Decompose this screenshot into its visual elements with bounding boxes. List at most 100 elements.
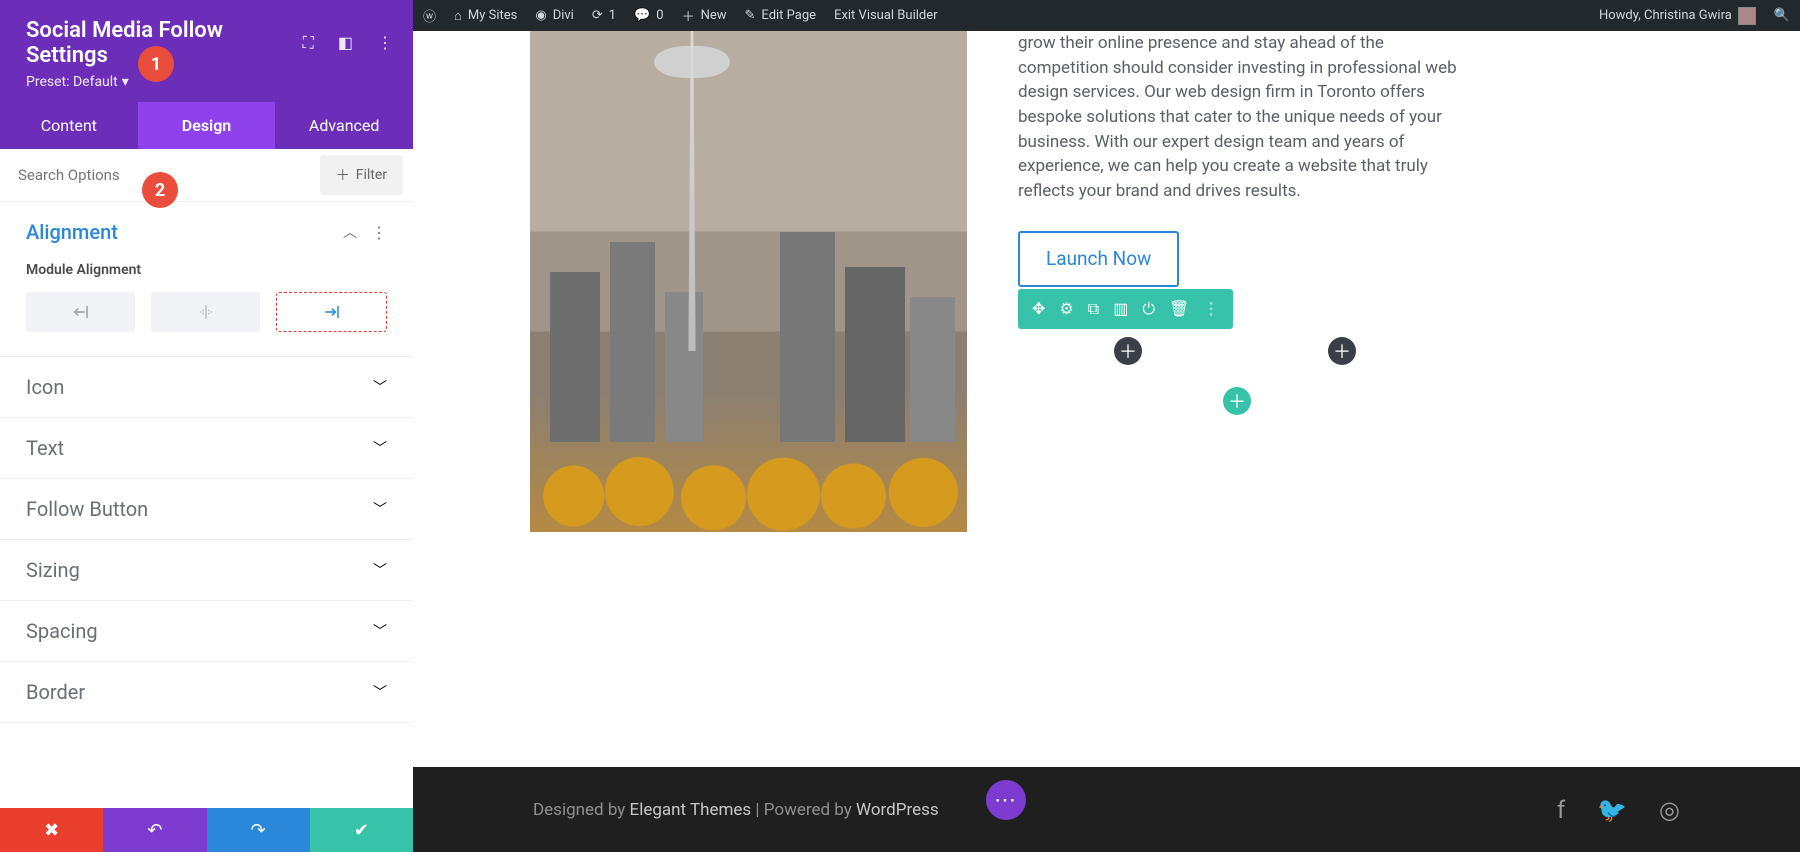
expand-icon[interactable]: ⛶ — [303, 33, 314, 53]
section-spacing-title: Spacing — [26, 619, 98, 643]
comments-link[interactable]: 💬0 — [634, 8, 664, 23]
panel-header: Social Media Follow Settings ⛶ ◧ ⋮ Prese… — [0, 0, 413, 102]
tab-content[interactable]: Content — [0, 102, 138, 149]
plus-icon: ＋ — [1333, 338, 1351, 364]
kebab-icon[interactable]: ⋮ — [371, 223, 387, 242]
section-sizing-head[interactable]: Sizing ﹀ — [0, 540, 413, 600]
align-right-button[interactable] — [276, 292, 387, 332]
duplicate-icon[interactable]: ⧉ — [1088, 299, 1099, 319]
section-text-head[interactable]: Text ﹀ — [0, 418, 413, 478]
section-sizing: Sizing ﹀ — [0, 540, 413, 601]
move-icon[interactable]: ✥ — [1032, 299, 1045, 319]
section-icon-head[interactable]: Icon ﹀ — [0, 357, 413, 417]
align-center-button[interactable] — [151, 292, 260, 332]
tab-advanced[interactable]: Advanced — [275, 102, 413, 149]
instagram-icon[interactable]: ◎ — [1659, 796, 1680, 824]
refresh-icon: ⟳ — [592, 8, 603, 23]
section-follow-button-title: Follow Button — [26, 497, 148, 521]
ellipsis-icon: ⋯ — [994, 788, 1018, 813]
search-toggle[interactable]: 🔍 — [1774, 8, 1790, 23]
section-spacing: Spacing ﹀ — [0, 601, 413, 662]
comment-icon: 💬 — [634, 8, 650, 23]
plus-icon: ＋ — [336, 165, 350, 185]
power-icon[interactable]: ⏻ — [1142, 299, 1155, 319]
add-module-button-left[interactable]: ＋ — [1114, 337, 1142, 365]
wp-admin-bar: ⓦ ⌂My Sites ◉Divi ⟳1 💬0 ＋New ✎Edit Page … — [413, 0, 1800, 31]
elegant-themes-link[interactable]: Elegant Themes — [630, 800, 752, 820]
my-sites-link[interactable]: ⌂My Sites — [454, 8, 517, 24]
chevron-down-icon: ﹀ — [373, 560, 387, 580]
section-follow-button: Follow Button ﹀ — [0, 479, 413, 540]
trash-icon[interactable]: 🗑 — [1169, 299, 1189, 319]
exit-visual-builder-link[interactable]: Exit Visual Builder — [834, 8, 937, 23]
preset-dropdown[interactable]: Preset: Default ▾ — [26, 74, 393, 90]
align-left-button[interactable] — [26, 292, 135, 332]
chevron-down-icon: ﹀ — [373, 621, 387, 641]
module-toolbar: ✥ ⚙ ⧉ ▥ ⏻ 🗑 ⋮ — [1018, 289, 1233, 329]
panel-title: Social Media Follow Settings — [26, 18, 303, 68]
add-module-button-right[interactable]: ＋ — [1328, 337, 1356, 365]
dashboard-icon: ◉ — [535, 8, 546, 23]
new-link[interactable]: ＋New — [682, 6, 727, 25]
drag-modal-icon[interactable]: ◧ — [338, 33, 353, 53]
plus-icon: ＋ — [1228, 388, 1246, 414]
howdy-link[interactable]: Howdy, Christina Gwira — [1599, 7, 1756, 25]
builder-fab[interactable]: ⋯ — [986, 780, 1026, 820]
check-icon: ✔ — [354, 820, 369, 841]
panel-footer: ✖ ↶ ↷ ✔ — [0, 808, 413, 852]
columns-icon[interactable]: ▥ — [1113, 299, 1128, 319]
add-row-button[interactable]: ＋ — [1223, 387, 1251, 415]
section-border-title: Border — [26, 680, 85, 704]
section-border-head[interactable]: Border ﹀ — [0, 662, 413, 722]
plus-icon: ＋ — [1119, 338, 1137, 364]
section-spacing-head[interactable]: Spacing ﹀ — [0, 601, 413, 661]
alignment-buttons — [26, 292, 387, 332]
redo-button[interactable]: ↷ — [207, 808, 310, 852]
page-preview: ⓦ ⌂My Sites ◉Divi ⟳1 💬0 ＋New ✎Edit Page … — [413, 0, 1800, 852]
wp-logo[interactable]: ⓦ — [423, 6, 436, 25]
section-icon: Icon ﹀ — [0, 357, 413, 418]
tower-pod — [654, 46, 730, 78]
wordpress-link[interactable]: WordPress — [856, 800, 939, 820]
gear-icon[interactable]: ⚙ — [1059, 299, 1073, 319]
footer-social: f 🐦 ◎ — [1557, 796, 1680, 824]
filter-label: Filter — [356, 167, 387, 183]
close-icon: ✖ — [44, 820, 59, 841]
save-button[interactable]: ✔ — [310, 808, 413, 852]
section-alignment-title: Alignment — [26, 220, 118, 244]
filter-button[interactable]: ＋ Filter — [320, 155, 403, 195]
align-center-icon — [197, 303, 215, 321]
redo-icon: ↷ — [251, 820, 266, 841]
section-text: Text ﹀ — [0, 418, 413, 479]
section-border: Border ﹀ — [0, 662, 413, 723]
sites-icon: ⌂ — [454, 8, 462, 24]
updates-link[interactable]: ⟳1 — [592, 8, 616, 23]
search-input[interactable] — [0, 152, 320, 198]
edit-page-link[interactable]: ✎Edit Page — [745, 8, 817, 23]
launch-now-button[interactable]: Launch Now — [1018, 231, 1179, 287]
kebab-icon[interactable]: ⋮ — [377, 33, 393, 53]
avatar — [1738, 7, 1756, 25]
undo-icon: ↶ — [147, 820, 162, 841]
twitter-icon[interactable]: 🐦 — [1597, 796, 1627, 824]
site-link[interactable]: ◉Divi — [535, 8, 574, 23]
panel-body: Alignment ︿ ⋮ Module Alignment — [0, 202, 413, 808]
cancel-button[interactable]: ✖ — [0, 808, 103, 852]
pencil-icon: ✎ — [745, 8, 756, 23]
preset-label: Preset: Default — [26, 74, 118, 90]
chevron-down-icon: ﹀ — [373, 377, 387, 397]
facebook-icon[interactable]: f — [1557, 796, 1565, 824]
search-icon: 🔍 — [1774, 8, 1790, 23]
trees — [530, 442, 967, 532]
section-follow-button-head[interactable]: Follow Button ﹀ — [0, 479, 413, 539]
undo-button[interactable]: ↶ — [103, 808, 206, 852]
footer-credits: Designed by Elegant Themes | Powered by … — [533, 800, 939, 820]
section-sizing-title: Sizing — [26, 558, 80, 582]
section-alignment: Alignment ︿ ⋮ Module Alignment — [0, 202, 413, 357]
body-copy: grow their online presence and stay ahea… — [1018, 31, 1458, 203]
plus-icon: ＋ — [682, 6, 695, 25]
section-alignment-head[interactable]: Alignment ︿ ⋮ — [0, 202, 413, 262]
kebab-icon[interactable]: ⋮ — [1203, 299, 1219, 319]
chevron-down-icon: ﹀ — [373, 682, 387, 702]
tab-design[interactable]: Design — [138, 102, 276, 149]
